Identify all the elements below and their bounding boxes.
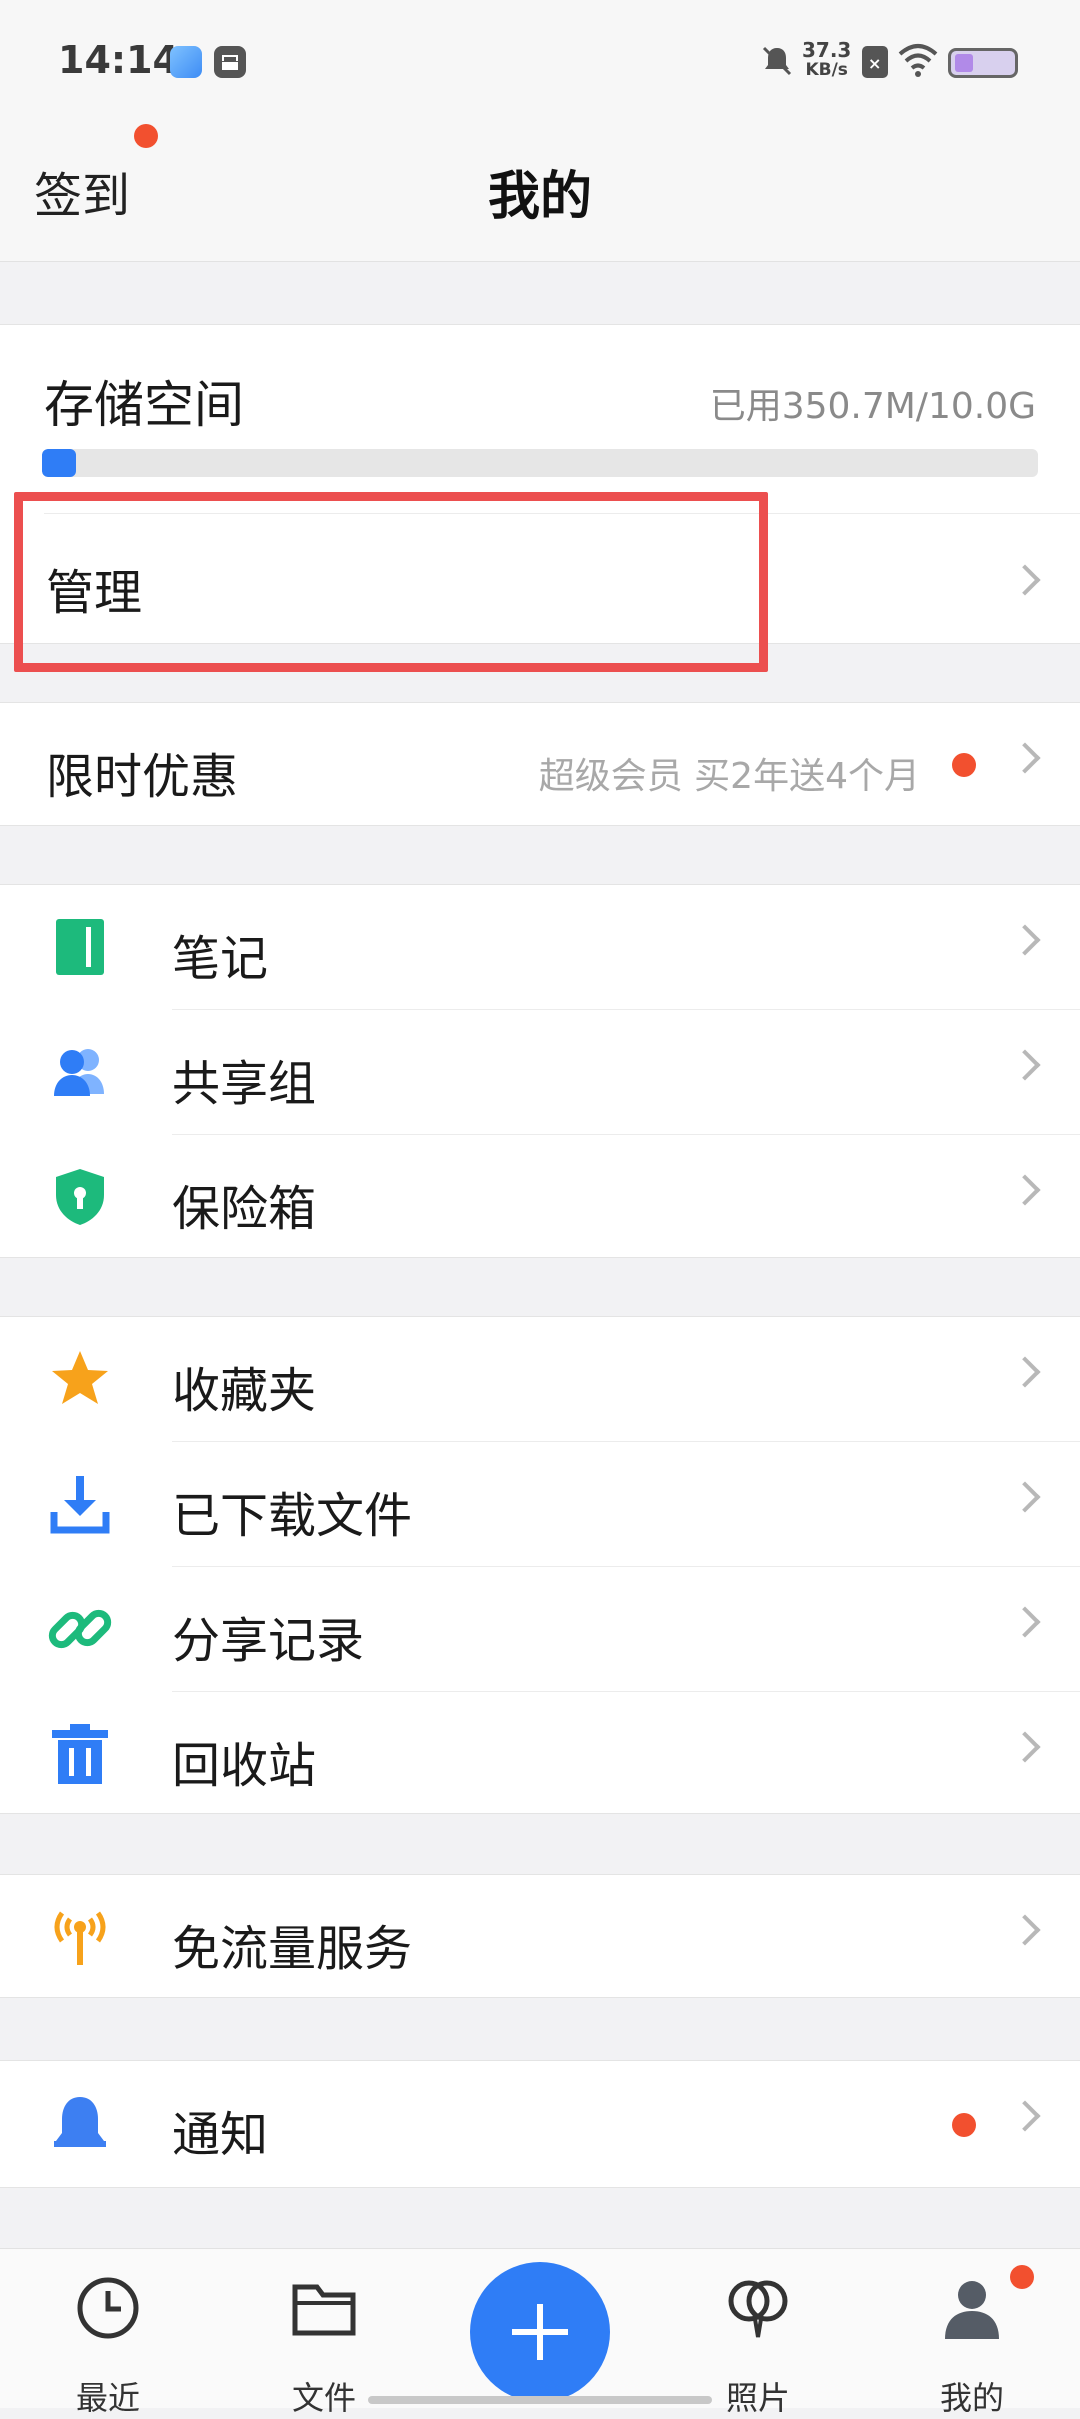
inbox-app-icon: [214, 46, 246, 78]
folder-icon: [292, 2284, 356, 2336]
tools-card: 笔记 共享组 保险箱: [0, 884, 1080, 1258]
notifications-badge-dot: [952, 2113, 976, 2137]
net-speed: 37.3 KB/s: [802, 40, 851, 80]
menu-item-favorites[interactable]: 收藏夹: [0, 1317, 1080, 1441]
menu-item-label: 分享记录: [172, 1613, 365, 1669]
menu-item-free-data-service[interactable]: 免流量服务: [0, 1875, 1080, 1999]
chevron-right-icon: [1009, 1606, 1041, 1638]
menu-item-notifications[interactable]: 通知: [0, 2061, 1080, 2185]
chevron-right-icon: [1009, 564, 1041, 596]
menu-item-share-group[interactable]: 共享组: [0, 1010, 1080, 1134]
chevron-right-icon: [1009, 2100, 1041, 2132]
menu-item-share-history[interactable]: 分享记录: [0, 1567, 1080, 1691]
photos-icon: [728, 2280, 788, 2338]
promo-detail: 超级会员 买2年送4个月: [538, 756, 920, 797]
chevron-right-icon: [1009, 742, 1041, 774]
trash-icon: [52, 1724, 108, 1784]
bell-icon: [54, 2097, 106, 2147]
chevron-right-icon: [1009, 1174, 1041, 1206]
nav-label: 最近: [75, 2379, 140, 2417]
files-card: 收藏夹 已下载文件 分享记录 回收站: [0, 1316, 1080, 1814]
menu-item-label: 通知: [172, 2107, 269, 2163]
battery-icon: [948, 48, 1018, 78]
checkin-badge-dot: [134, 124, 158, 148]
home-indicator[interactable]: [368, 2396, 712, 2404]
storage-progress-bar: [42, 449, 1038, 477]
menu-item-label: 笔记: [172, 931, 269, 987]
clock-icon: [77, 2277, 139, 2339]
chevron-right-icon: [1009, 1481, 1041, 1513]
highlight-annotation-box: [14, 492, 768, 672]
data-service-card: 免流量服务: [0, 1874, 1080, 1998]
promo-label: 限时优惠: [46, 749, 239, 805]
plus-icon: [512, 2304, 568, 2360]
chevron-right-icon: [1009, 1914, 1041, 1946]
antenna-icon: [54, 1911, 106, 1965]
chevron-right-icon: [1009, 1049, 1041, 1081]
wifi-icon: [898, 44, 938, 77]
sim-off-icon: ×: [862, 46, 888, 78]
header: 签到 我的: [0, 108, 1080, 262]
net-speed-value: 37.3: [802, 38, 852, 62]
notebook-icon: [56, 919, 104, 975]
nav-photos[interactable]: 照片: [688, 2273, 828, 2417]
chevron-right-icon: [1009, 1356, 1041, 1388]
storage-used-text: 已用350.7M/10.0G: [709, 386, 1036, 427]
menu-item-label: 保险箱: [172, 1181, 317, 1237]
net-speed-unit: KB/s: [805, 60, 848, 80]
menu-item-safe[interactable]: 保险箱: [0, 1135, 1080, 1259]
nav-recent[interactable]: 最近: [38, 2273, 178, 2417]
link-icon: [48, 1609, 112, 1649]
chevron-right-icon: [1009, 1731, 1041, 1763]
promo-badge-dot: [952, 753, 976, 777]
page-title: 我的: [487, 167, 592, 227]
menu-item-downloads[interactable]: 已下载文件: [0, 1442, 1080, 1566]
download-icon: [50, 1476, 110, 1534]
menu-item-notes[interactable]: 笔记: [0, 885, 1080, 1009]
menu-item-label: 已下载文件: [172, 1488, 413, 1544]
status-time: 14:14: [58, 38, 179, 82]
person-icon: [945, 2281, 999, 2339]
storage-title: 存储空间: [44, 376, 244, 434]
star-icon: [52, 1351, 108, 1404]
nav-files[interactable]: 文件: [254, 2273, 394, 2417]
safe-shield-icon: [56, 1169, 104, 1225]
promo-row[interactable]: 限时优惠 超级会员 买2年送4个月: [0, 703, 1080, 827]
storage-progress-fill: [42, 449, 76, 477]
menu-item-label: 免流量服务: [172, 1921, 413, 1977]
chevron-right-icon: [1009, 924, 1041, 956]
nav-me[interactable]: 我的: [902, 2265, 1042, 2417]
promo-card: 限时优惠 超级会员 买2年送4个月: [0, 702, 1080, 826]
nav-me-badge-dot: [1010, 2265, 1034, 2289]
menu-item-recycle-bin[interactable]: 回收站: [0, 1692, 1080, 1816]
menu-item-label: 回收站: [172, 1738, 317, 1794]
menu-item-label: 共享组: [172, 1056, 317, 1112]
menu-item-label: 收藏夹: [172, 1363, 317, 1419]
group-icon: [54, 1049, 104, 1096]
weather-app-icon: [170, 46, 202, 78]
bell-muted-icon: [762, 46, 792, 76]
status-bar: 14:14 37.3 KB/s ×: [0, 0, 1080, 108]
notification-card: 通知: [0, 2060, 1080, 2188]
add-button[interactable]: [470, 2262, 610, 2402]
nav-label: 我的: [939, 2379, 1004, 2417]
